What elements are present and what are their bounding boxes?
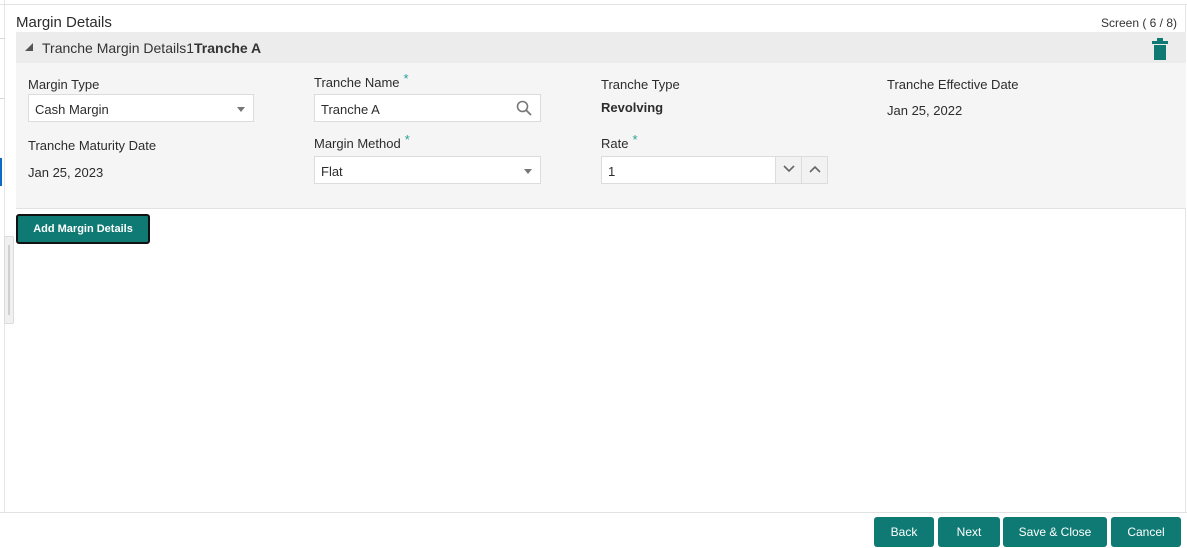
margin-method-label: Margin Method * <box>314 132 410 151</box>
rate-label: Rate * <box>601 132 638 151</box>
caret-down-icon <box>237 107 245 112</box>
triangle-collapse-icon[interactable] <box>25 43 33 51</box>
tranche-maturity-date-value: Jan 25, 2023 <box>28 165 104 180</box>
tranche-name-input[interactable]: Tranche A <box>314 94 541 122</box>
screen-indicator: Screen ( 6 / 8) <box>1100 16 1177 30</box>
trash-icon[interactable] <box>1152 38 1168 60</box>
section-title: Tranche Margin Details1Tranche A <box>42 40 262 56</box>
chevron-up-icon <box>809 165 821 173</box>
back-button[interactable]: Back <box>874 517 934 547</box>
rate-increment-button[interactable] <box>801 157 827 183</box>
add-margin-details-button[interactable]: Add Margin Details <box>16 214 150 244</box>
scroll-handle[interactable] <box>4 236 14 324</box>
tranche-effective-date-label: Tranche Effective Date <box>887 77 1019 92</box>
margin-type-select[interactable]: Cash Margin <box>28 94 254 122</box>
page-title: Margin Details <box>16 14 112 31</box>
rail-active-indicator <box>0 158 2 186</box>
chevron-down-icon <box>783 165 795 173</box>
margin-type-label: Margin Type <box>28 77 100 92</box>
tranche-type-value: Revolving <box>601 100 664 115</box>
tranche-name-label: Tranche Name * <box>314 71 409 90</box>
save-close-button[interactable]: Save & Close <box>1003 517 1107 547</box>
rail-tick <box>0 38 5 39</box>
rate-stepper[interactable]: 1 <box>601 156 828 184</box>
margin-method-select[interactable]: Flat <box>314 156 541 184</box>
caret-down-icon <box>524 169 532 174</box>
section-header[interactable]: Tranche Margin Details1Tranche A <box>16 32 1186 63</box>
tranche-maturity-date-label: Tranche Maturity Date <box>28 138 157 153</box>
tranche-type-label: Tranche Type <box>601 77 680 92</box>
cancel-button[interactable]: Cancel <box>1111 517 1181 547</box>
rate-decrement-button[interactable] <box>775 157 801 183</box>
tranche-margin-section: Tranche Margin Details1Tranche A Margin … <box>16 32 1186 209</box>
tranche-effective-date-value: Jan 25, 2022 <box>887 103 963 118</box>
search-icon[interactable] <box>516 100 532 116</box>
next-button[interactable]: Next <box>938 517 1000 547</box>
rail-tick <box>0 98 5 99</box>
